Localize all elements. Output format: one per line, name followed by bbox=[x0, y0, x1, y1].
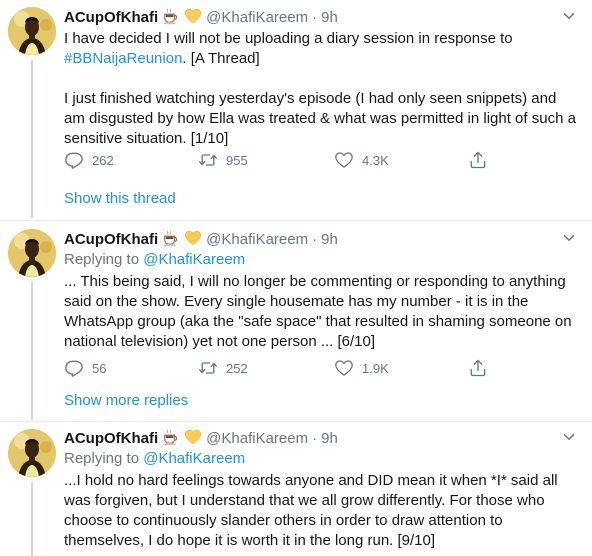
chevron-down-icon[interactable] bbox=[560, 7, 578, 25]
replying-to-label: Replying to bbox=[64, 450, 144, 467]
replying-to: Replying to @KhafiKareem bbox=[64, 449, 245, 469]
like-button[interactable]: 4.3K bbox=[334, 150, 389, 170]
share-icon bbox=[468, 150, 488, 170]
tweet-header: ACupOfKhafi @KhafiKareem · 9h bbox=[64, 229, 338, 249]
tweet-text-segment: . [A Thread] bbox=[182, 50, 260, 67]
tweet-text: ... This being said, I will no longer be… bbox=[64, 273, 572, 350]
heart-icon bbox=[334, 358, 354, 378]
mention-link[interactable]: @KhafiKareem bbox=[143, 251, 245, 268]
reply-button[interactable]: 262 bbox=[64, 150, 114, 170]
reply-icon bbox=[64, 358, 84, 378]
thread-connector-line bbox=[31, 60, 33, 218]
share-button[interactable] bbox=[468, 150, 488, 170]
reply-button[interactable]: 56 bbox=[64, 358, 106, 378]
tweet-1[interactable]: ACupOfKhafi @KhafiKareem · 9h I have decide… bbox=[0, 0, 592, 220]
separator-dot: · bbox=[312, 9, 318, 26]
replying-to-label: Replying to bbox=[64, 251, 144, 268]
like-button[interactable]: 1.9K bbox=[334, 358, 389, 378]
display-name[interactable]: ACupOfKhafi bbox=[64, 231, 158, 248]
retweet-button[interactable]: 252 bbox=[198, 358, 248, 378]
avatar[interactable] bbox=[8, 429, 56, 477]
share-button[interactable] bbox=[468, 358, 488, 378]
tweet-text: I have decided I will not be uploading a… bbox=[64, 29, 580, 149]
share-icon bbox=[468, 358, 488, 378]
thread-connector-line bbox=[31, 482, 33, 556]
like-count: 4.3K bbox=[362, 152, 389, 168]
display-name[interactable]: ACupOfKhafi bbox=[64, 430, 158, 447]
chevron-down-icon[interactable] bbox=[560, 229, 578, 247]
avatar[interactable] bbox=[8, 229, 56, 277]
retweet-count: 252 bbox=[226, 360, 248, 376]
tweet-2[interactable]: ACupOfKhafi @KhafiKareem · 9h Replying to @… bbox=[0, 221, 592, 421]
reply-count: 56 bbox=[92, 360, 107, 376]
timestamp[interactable]: 9h bbox=[321, 9, 338, 26]
show-more-replies-link[interactable]: Show more replies bbox=[64, 391, 188, 411]
hashtag-link[interactable]: #BBNaijaReunion bbox=[64, 50, 182, 67]
separator-dot: · bbox=[312, 231, 318, 248]
thread-connector-line bbox=[31, 282, 33, 420]
user-handle[interactable]: @KhafiKareem bbox=[206, 430, 308, 447]
retweet-count: 955 bbox=[226, 152, 248, 168]
separator-dot: · bbox=[312, 430, 318, 447]
display-name[interactable]: ACupOfKhafi bbox=[64, 9, 158, 26]
timestamp[interactable]: 9h bbox=[321, 231, 338, 248]
yellow-heart-emoji-icon bbox=[184, 7, 202, 31]
like-count: 1.9K bbox=[362, 360, 389, 376]
retweet-button[interactable]: 955 bbox=[198, 150, 248, 170]
tweet-text: ...I hold no hard feelings towards anyon… bbox=[64, 472, 558, 549]
tweet-text-segment: I have decided I will not be uploading a… bbox=[64, 30, 513, 47]
mention-link[interactable]: @KhafiKareem bbox=[143, 450, 245, 467]
replying-to: Replying to @KhafiKareem bbox=[64, 250, 245, 270]
retweet-icon bbox=[198, 150, 218, 170]
tweet-header: ACupOfKhafi @KhafiKareem · 9h bbox=[64, 7, 338, 27]
user-handle[interactable]: @KhafiKareem bbox=[206, 9, 308, 26]
tweet-3[interactable]: ACupOfKhafi @KhafiKareem · 9h Replying to @… bbox=[0, 422, 592, 556]
reply-count: 262 bbox=[92, 152, 114, 168]
tweet-paragraph: I just finished watching yesterday's epi… bbox=[64, 90, 576, 147]
tea-cup-emoji-icon bbox=[162, 7, 180, 31]
retweet-icon bbox=[198, 358, 218, 378]
tweet-header: ACupOfKhafi @KhafiKareem · 9h bbox=[64, 428, 338, 448]
tweet-paragraph: I have decided I will not be uploading a… bbox=[64, 29, 580, 69]
user-handle[interactable]: @KhafiKareem bbox=[206, 231, 308, 248]
show-this-thread-link[interactable]: Show this thread bbox=[64, 189, 176, 209]
reply-icon bbox=[64, 150, 84, 170]
timestamp[interactable]: 9h bbox=[321, 430, 338, 447]
avatar[interactable] bbox=[8, 7, 56, 55]
tweet-thread-feed: ACupOfKhafi @KhafiKareem · 9h I have decide… bbox=[0, 0, 592, 556]
heart-icon bbox=[334, 150, 354, 170]
chevron-down-icon[interactable] bbox=[560, 428, 578, 446]
